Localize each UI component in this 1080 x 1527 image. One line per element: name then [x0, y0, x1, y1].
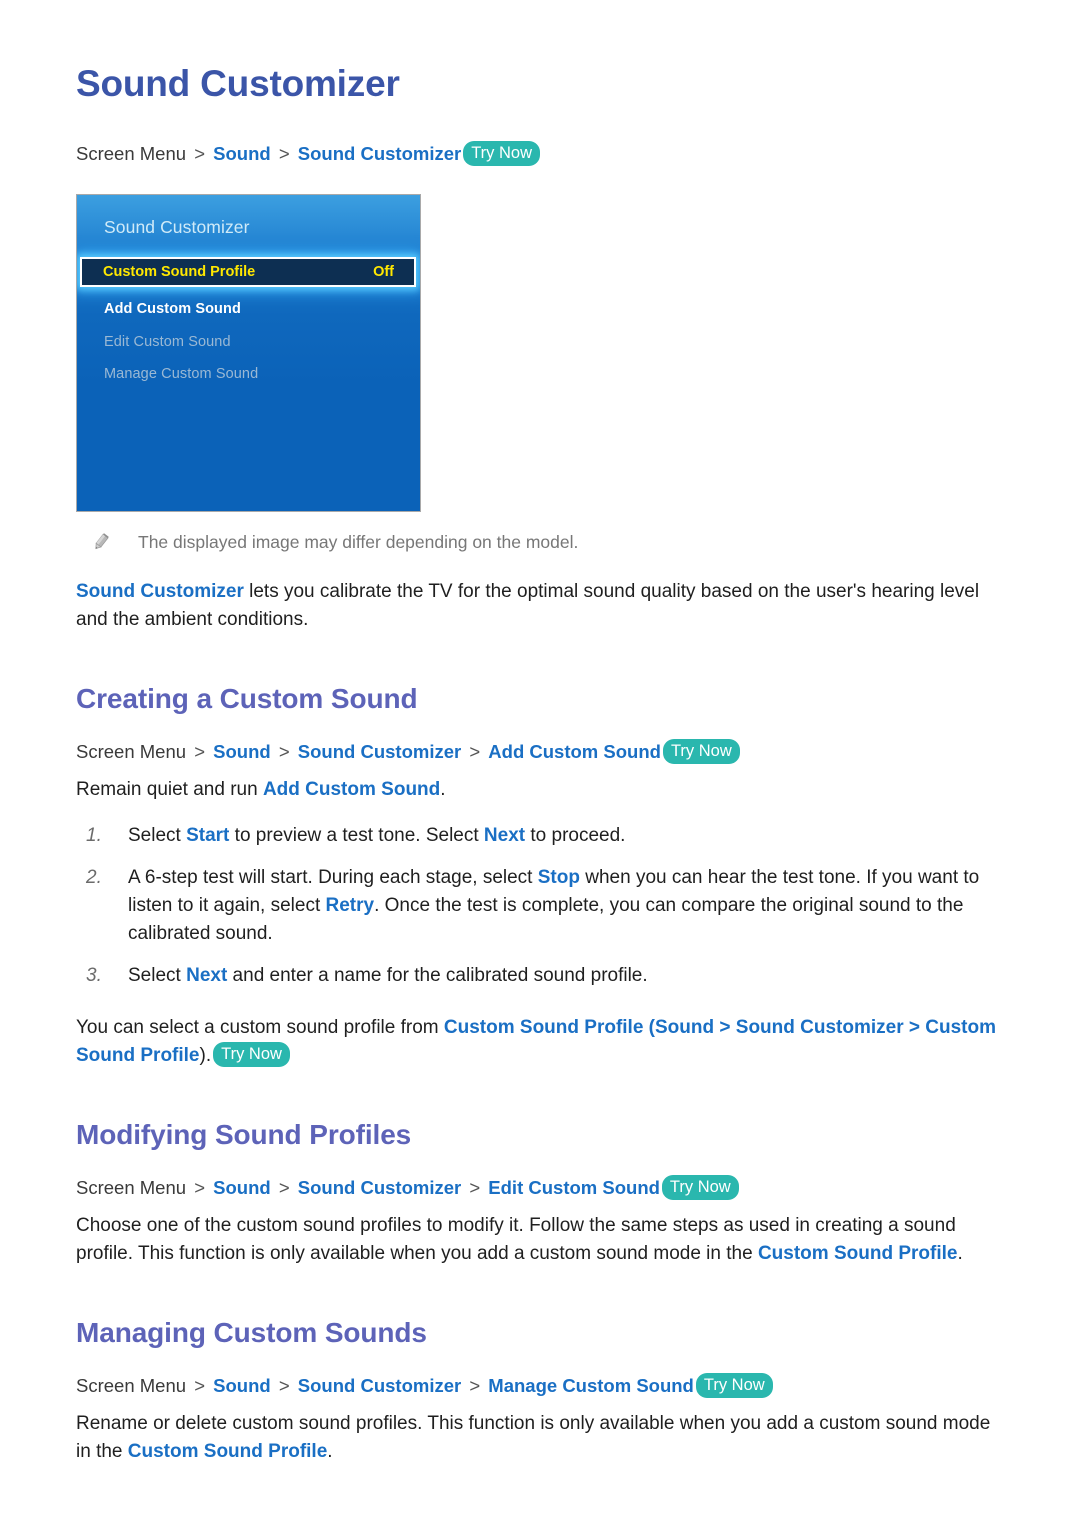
- modifying-text-post: .: [957, 1243, 963, 1264]
- list-item: 3. Select Next and enter a name for the c…: [76, 962, 1008, 990]
- try-now-badge[interactable]: Try Now: [661, 1175, 739, 1200]
- step-text-1: A 6-step test will start. During each st…: [128, 867, 538, 888]
- breadcrumb-item-sound[interactable]: Sound: [213, 143, 271, 164]
- breadcrumb-root: Screen Menu: [76, 143, 187, 164]
- step-text-2: to preview a test tone. Select: [229, 825, 484, 846]
- intro-paragraph: Sound Customizer lets you calibrate the …: [76, 578, 1008, 634]
- tv-menu-item-value: Off: [373, 264, 394, 280]
- creating-after-paragraph: You can select a custom sound profile fr…: [76, 1014, 1008, 1070]
- step-keyword-start: Start: [186, 825, 230, 846]
- breadcrumb-separator-icon: >: [469, 1177, 481, 1198]
- step-keyword-retry: Retry: [325, 895, 375, 916]
- breadcrumb-item-sound-customizer[interactable]: Sound Customizer: [298, 741, 461, 762]
- after-keyword-sound-customizer: Sound Customizer: [735, 1017, 904, 1038]
- tv-menu-item-manage-custom-sound: Manage Custom Sound: [104, 366, 259, 382]
- breadcrumb-item-edit-custom-sound[interactable]: Edit Custom Sound: [488, 1177, 660, 1198]
- step-keyword-next: Next: [483, 825, 526, 846]
- after-paren-open: (: [643, 1017, 655, 1038]
- breadcrumb-creating: Screen Menu > Sound > Sound Customizer >…: [76, 738, 1008, 766]
- tv-menu-panel: Sound Customizer Custom Sound Profile Of…: [76, 194, 421, 512]
- breadcrumb-item-sound[interactable]: Sound: [213, 1177, 271, 1198]
- creating-steps-list: 1. Select Start to preview a test tone. S…: [76, 822, 1008, 990]
- managing-text-post: .: [327, 1441, 333, 1462]
- intro-keyword: Sound Customizer: [76, 581, 244, 602]
- breadcrumb-root: Screen Menu: [76, 1375, 187, 1396]
- document-page: Sound Customizer Screen Menu > Sound > S…: [0, 0, 1080, 1527]
- breadcrumb-item-sound-customizer[interactable]: Sound Customizer: [298, 143, 461, 164]
- step-number: 3.: [86, 965, 102, 986]
- page-title: Sound Customizer: [76, 63, 400, 104]
- step-text-1: Select: [128, 825, 187, 846]
- breadcrumb-separator-icon: >: [278, 1375, 290, 1396]
- after-separator-icon: >: [714, 1017, 736, 1038]
- breadcrumb-separator-icon: >: [278, 741, 290, 762]
- creating-lead-keyword: Add Custom Sound: [262, 779, 441, 800]
- after-keyword-custom-sound-profile: Custom Sound Profile: [443, 1017, 644, 1038]
- modifying-keyword: Custom Sound Profile: [757, 1243, 958, 1264]
- step-keyword-next: Next: [186, 965, 228, 986]
- creating-lead-post: .: [440, 779, 446, 800]
- try-now-badge[interactable]: Try Now: [695, 1373, 773, 1398]
- breadcrumb-item-sound[interactable]: Sound: [213, 1375, 271, 1396]
- breadcrumb-managing: Screen Menu > Sound > Sound Customizer >…: [76, 1372, 1008, 1400]
- breadcrumb-separator-icon: >: [194, 1375, 205, 1396]
- breadcrumb-root: Screen Menu: [76, 741, 187, 762]
- note-text: The displayed image may differ depending…: [138, 532, 579, 552]
- breadcrumb-separator-icon: >: [278, 1177, 290, 1198]
- after-paren-close: ).: [199, 1045, 212, 1066]
- tv-menu-item-edit-custom-sound: Edit Custom Sound: [104, 334, 231, 350]
- try-now-badge[interactable]: Try Now: [662, 739, 740, 764]
- modifying-paragraph: Choose one of the custom sound profiles …: [76, 1212, 1008, 1268]
- breadcrumb-separator-icon: >: [194, 1177, 205, 1198]
- tv-menu-item-add-custom-sound[interactable]: Add Custom Sound: [104, 299, 241, 319]
- breadcrumb-separator-icon: >: [469, 1375, 481, 1396]
- section-heading-managing: Managing Custom Sounds: [76, 1317, 427, 1348]
- tv-screenshot-figure: Sound Customizer Custom Sound Profile Of…: [76, 194, 1008, 512]
- creating-lead-paragraph: Remain quiet and run Add Custom Sound.: [76, 776, 1008, 804]
- step-text-1: Select: [128, 965, 187, 986]
- step-number: 1.: [86, 825, 102, 846]
- breadcrumb-root: Screen Menu: [76, 1177, 187, 1198]
- breadcrumb-separator-icon: >: [194, 741, 205, 762]
- breadcrumb-separator-icon: >: [278, 143, 290, 164]
- after-separator-icon: >: [903, 1017, 926, 1038]
- section-heading-creating: Creating a Custom Sound: [76, 683, 418, 714]
- managing-keyword: Custom Sound Profile: [127, 1441, 328, 1462]
- try-now-badge[interactable]: Try Now: [213, 1042, 290, 1067]
- step-text-2: and enter a name for the calibrated soun…: [227, 965, 648, 986]
- creating-lead-pre: Remain quiet and run: [76, 779, 263, 800]
- breadcrumb-separator-icon: >: [194, 143, 205, 164]
- after-pre: You can select a custom sound profile fr…: [76, 1017, 444, 1038]
- breadcrumb-item-manage-custom-sound[interactable]: Manage Custom Sound: [488, 1375, 694, 1396]
- step-number: 2.: [86, 867, 102, 888]
- section-heading-modifying: Modifying Sound Profiles: [76, 1119, 412, 1150]
- step-text-3: to proceed.: [525, 825, 626, 846]
- tv-menu-item-custom-sound-profile[interactable]: Custom Sound Profile Off: [80, 257, 416, 287]
- list-item: 1. Select Start to preview a test tone. S…: [76, 822, 1008, 850]
- breadcrumb-modifying: Screen Menu > Sound > Sound Customizer >…: [76, 1174, 1008, 1202]
- note-row: The displayed image may differ depending…: [90, 530, 1008, 554]
- tv-menu-title: Sound Customizer: [104, 217, 250, 237]
- after-keyword-sound: Sound: [655, 1017, 715, 1038]
- breadcrumb-separator-icon: >: [469, 741, 481, 762]
- breadcrumb-item-sound[interactable]: Sound: [213, 741, 271, 762]
- breadcrumb-item-sound-customizer[interactable]: Sound Customizer: [298, 1177, 461, 1198]
- pencil-icon: [90, 531, 112, 553]
- step-keyword-stop: Stop: [537, 867, 580, 888]
- list-item: 2. A 6-step test will start. During each …: [76, 864, 1008, 948]
- breadcrumb-item-add-custom-sound[interactable]: Add Custom Sound: [488, 741, 661, 762]
- try-now-badge[interactable]: Try Now: [463, 141, 541, 166]
- breadcrumb-top: Screen Menu > Sound > Sound Customizer Tr…: [76, 140, 1008, 168]
- breadcrumb-item-sound-customizer[interactable]: Sound Customizer: [298, 1375, 461, 1396]
- managing-paragraph: Rename or delete custom sound profiles. …: [76, 1410, 1008, 1466]
- tv-menu-item-label: Custom Sound Profile: [103, 264, 256, 280]
